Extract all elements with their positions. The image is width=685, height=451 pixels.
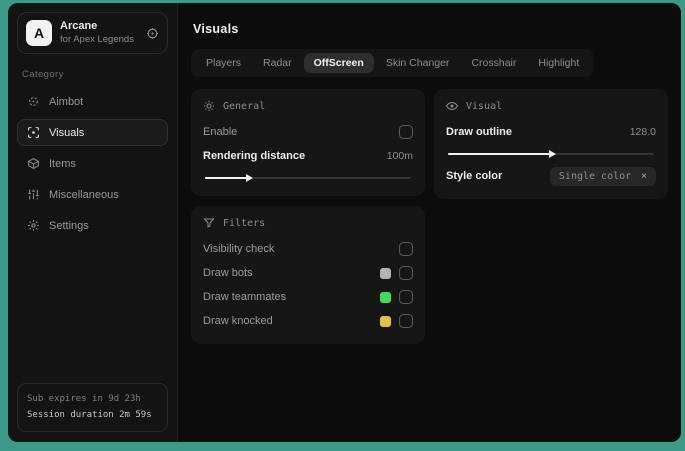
category-label: Category <box>22 69 64 80</box>
rendering-distance-label: Rendering distance <box>203 150 306 162</box>
draw-outline-slider[interactable] <box>448 150 654 158</box>
sidebar-nav: Aimbot Visuals Items Miscellaneous Setti… <box>17 88 168 239</box>
rendering-distance-slider[interactable] <box>205 174 411 182</box>
session-duration-text: Session duration 2m 59s <box>27 409 152 420</box>
draw-teammates-checkbox[interactable] <box>399 290 413 304</box>
right-column: Visual Draw outline 128.0 Style color Si… <box>434 89 668 199</box>
general-panel-header: General <box>203 100 413 112</box>
left-column: General Enable Rendering distance 100m F… <box>191 89 425 344</box>
sidebar-item-label: Settings <box>49 219 89 232</box>
gear-icon <box>27 219 40 232</box>
tab-bar: Players Radar OffScreen Skin Changer Cro… <box>191 49 595 77</box>
sidebar-item-miscellaneous[interactable]: Miscellaneous <box>17 181 168 208</box>
enable-label: Enable <box>203 126 238 138</box>
slider-thumb[interactable] <box>246 174 254 182</box>
visibility-check-row: Visibility check <box>203 238 413 260</box>
content-grid: General Enable Rendering distance 100m F… <box>191 89 668 344</box>
app-name: Arcane <box>60 20 98 33</box>
chip-close-icon[interactable]: × <box>641 171 647 182</box>
app-logo: A <box>26 20 52 46</box>
rendering-distance-row: Rendering distance 100m <box>203 145 413 167</box>
subscription-card: Sub expires in 9d 23h Session duration 2… <box>17 383 168 432</box>
style-color-row: Style color Single color × <box>446 165 656 187</box>
filters-panel: Filters Visibility check Draw bots Draw … <box>191 206 425 344</box>
sidebar-item-visuals[interactable]: Visuals <box>17 119 168 146</box>
general-panel: General Enable Rendering distance 100m <box>191 89 425 196</box>
sidebar: A Arcane for Apex Legends Category Aimbo… <box>8 3 178 442</box>
tab-players[interactable]: Players <box>196 53 251 73</box>
filters-panel-header: Filters <box>203 217 413 229</box>
tab-highlight[interactable]: Highlight <box>528 53 589 73</box>
sidebar-item-aimbot[interactable]: Aimbot <box>17 88 168 115</box>
visual-panel: Visual Draw outline 128.0 Style color Si… <box>434 89 668 199</box>
page-title: Visuals <box>193 22 239 36</box>
app-subtitle: for Apex Legends <box>60 33 134 45</box>
sidebar-item-items[interactable]: Items <box>17 150 168 177</box>
sliders-icon <box>27 188 40 201</box>
visual-panel-header: Visual <box>446 100 656 112</box>
eye-scan-icon <box>27 126 40 139</box>
sidebar-item-settings[interactable]: Settings <box>17 212 168 239</box>
draw-knocked-checkbox[interactable] <box>399 314 413 328</box>
sidebar-item-label: Aimbot <box>49 95 84 108</box>
crosshair-icon <box>27 95 40 108</box>
draw-bots-checkbox[interactable] <box>399 266 413 280</box>
sidebar-item-label: Visuals <box>49 126 85 139</box>
funnel-icon <box>203 217 215 229</box>
enable-checkbox[interactable] <box>399 125 413 139</box>
filters-panel-title: Filters <box>223 217 266 229</box>
sun-gear-icon <box>203 100 215 112</box>
draw-knocked-label: Draw knocked <box>203 315 273 327</box>
rendering-distance-value: 100m <box>386 150 413 162</box>
visibility-check-checkbox[interactable] <box>399 242 413 256</box>
draw-teammates-color-swatch[interactable] <box>380 291 391 303</box>
enable-row: Enable <box>203 121 413 143</box>
slider-thumb[interactable] <box>549 150 556 158</box>
general-panel-title: General <box>223 100 266 112</box>
visual-panel-title: Visual <box>466 100 503 112</box>
tab-radar[interactable]: Radar <box>253 53 302 73</box>
main-area: Visuals Players Radar OffScreen Skin Cha… <box>178 3 681 442</box>
app-window: A Arcane for Apex Legends Category Aimbo… <box>8 3 681 442</box>
draw-teammates-row: Draw teammates <box>203 286 413 308</box>
sub-expires-text: Sub expires in 9d 23h <box>27 394 141 405</box>
draw-teammates-label: Draw teammates <box>203 291 287 303</box>
brand-card: A Arcane for Apex Legends <box>17 12 168 54</box>
tab-crosshair[interactable]: Crosshair <box>461 53 526 73</box>
style-color-select[interactable]: Single color × <box>549 166 656 186</box>
draw-bots-color-swatch[interactable] <box>380 267 391 279</box>
visibility-check-label: Visibility check <box>203 243 275 255</box>
draw-outline-label: Draw outline <box>446 126 513 138</box>
draw-bots-label: Draw bots <box>203 267 253 279</box>
draw-outline-row: Draw outline 128.0 <box>446 121 656 143</box>
tab-skin-changer[interactable]: Skin Changer <box>376 53 460 73</box>
tab-offscreen[interactable]: OffScreen <box>303 53 374 73</box>
brand-text: Arcane for Apex Legends <box>60 20 138 46</box>
sidebar-item-label: Items <box>49 157 76 170</box>
draw-outline-value: 128.0 <box>629 126 656 138</box>
sidebar-item-label: Miscellaneous <box>49 188 119 201</box>
box-icon <box>27 157 40 170</box>
eye-icon <box>446 100 458 112</box>
draw-knocked-color-swatch[interactable] <box>380 315 391 327</box>
target-icon[interactable] <box>146 27 159 40</box>
style-color-chip-label: Single color <box>558 170 632 182</box>
draw-knocked-row: Draw knocked <box>203 310 413 332</box>
style-color-label: Style color <box>446 170 503 182</box>
draw-bots-row: Draw bots <box>203 262 413 284</box>
